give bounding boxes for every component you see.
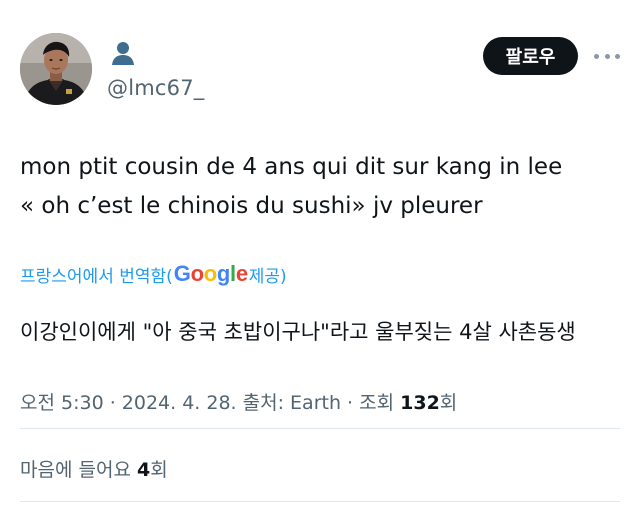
follow-button[interactable]: 팔로우 [483, 37, 578, 75]
person-icon [110, 40, 136, 66]
more-options-icon[interactable] [594, 46, 620, 66]
google-logo: Google [174, 261, 248, 287]
divider [20, 428, 620, 429]
author-handle[interactable]: @lmc67_ [107, 76, 204, 100]
tweet-line: « oh c’est le chinois du sushi» jv pleur… [20, 193, 483, 219]
view-suffix: 회 [439, 392, 458, 414]
dot [594, 53, 599, 59]
google-letter: G [173, 261, 191, 286]
dot [615, 53, 620, 59]
avatar[interactable] [20, 33, 92, 105]
divider [20, 501, 620, 502]
dot [604, 53, 610, 59]
translated-text: 이강인이에게 "아 중국 초밥이구나"라고 울부짖는 4살 사촌동생 [20, 320, 576, 344]
tweet-text: mon ptit cousin de 4 ans qui dit sur kan… [20, 148, 620, 226]
google-letter: g [216, 261, 231, 286]
translated-suffix: 제공) [248, 266, 287, 287]
google-letter: e [235, 261, 248, 286]
meta-time-source: 오전 5:30 · 2024. 4. 28. 출처: Earth · 조회 [20, 392, 401, 414]
likes-label: 마음에 들어요 [20, 459, 137, 481]
translated-by-link[interactable]: 프랑스어에서 번역함( Google 제공) [20, 261, 287, 287]
tweet-meta: 오전 5:30 · 2024. 4. 28. 출처: Earth · 조회 13… [20, 388, 457, 415]
translated-prefix: 프랑스어에서 번역함( [20, 266, 173, 287]
likes-count: 4 [136, 459, 151, 481]
likes-link[interactable]: 마음에 들어요 4회 [20, 455, 168, 482]
view-count: 132 [400, 392, 440, 414]
likes-suffix: 회 [150, 459, 168, 481]
google-letter: o [190, 261, 204, 286]
google-letter: o [203, 261, 217, 286]
tweet-line: mon ptit cousin de 4 ans qui dit sur kan… [20, 154, 563, 180]
profile-photo [20, 33, 92, 105]
